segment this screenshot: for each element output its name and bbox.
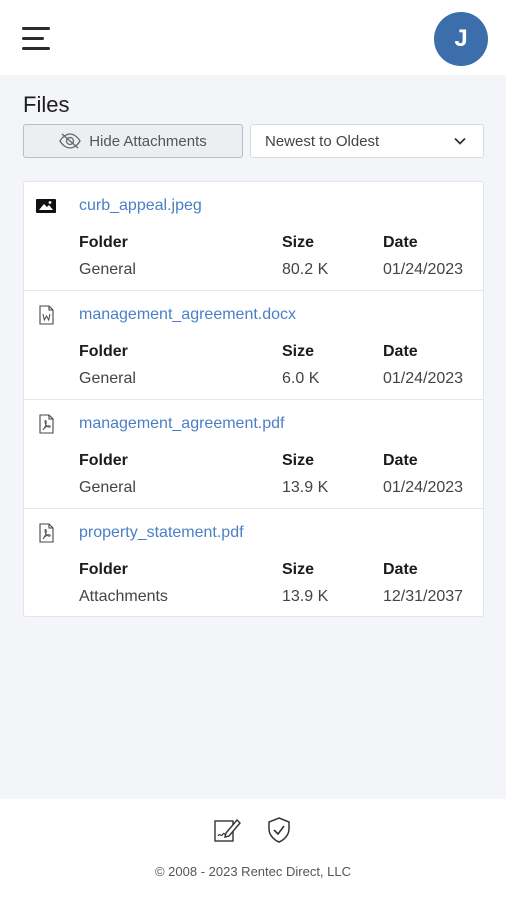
size-value: 6.0 K (282, 370, 320, 387)
chevron-down-icon (454, 137, 466, 145)
folder-label: Folder (79, 452, 128, 469)
date-label: Date (383, 234, 418, 251)
folder-value: General (79, 261, 136, 278)
folder-label: Folder (79, 234, 128, 251)
folder-value: Attachments (79, 588, 168, 605)
file-name-link[interactable]: management_agreement.pdf (79, 415, 284, 433)
date-value: 01/24/2023 (383, 370, 464, 387)
date-value: 01/24/2023 (383, 479, 464, 496)
page-title: Files (23, 92, 70, 117)
file-row: property_statement.pdf Folder Size Date … (24, 509, 483, 618)
date-value: 12/31/2037 (383, 588, 464, 605)
hide-attachments-label: Hide Attachments (89, 132, 207, 150)
avatar[interactable]: J (434, 12, 488, 66)
file-row: management_agreement.pdf Folder Size Dat… (24, 400, 483, 509)
top-bar: J (0, 0, 506, 75)
date-label: Date (383, 343, 418, 360)
sort-select[interactable]: Newest to Oldest (250, 124, 484, 158)
file-name-link[interactable]: management_agreement.docx (79, 306, 296, 324)
sort-selected-value: Newest to Oldest (265, 132, 380, 150)
shield-check-icon[interactable] (265, 816, 293, 844)
footer (0, 799, 506, 900)
avatar-initial: J (454, 25, 468, 52)
file-row: curb_appeal.jpeg Folder Size Date Genera… (24, 182, 483, 291)
eye-slash-icon (59, 133, 81, 149)
size-value: 80.2 K (282, 261, 329, 278)
size-label: Size (282, 452, 315, 469)
word-doc-icon (39, 305, 54, 325)
size-value: 13.9 K (282, 479, 329, 496)
file-name-link[interactable]: curb_appeal.jpeg (79, 197, 202, 215)
pdf-icon (39, 414, 54, 434)
folder-label: Folder (79, 561, 128, 578)
hamburger-menu-icon[interactable] (22, 27, 52, 51)
hide-attachments-button[interactable]: Hide Attachments (23, 124, 243, 158)
size-label: Size (282, 343, 315, 360)
footer-icons (213, 816, 297, 844)
size-value: 13.9 K (282, 588, 329, 605)
folder-label: Folder (79, 343, 128, 360)
file-list: curb_appeal.jpeg Folder Size Date Genera… (23, 181, 484, 617)
copyright-text: © 2008 - 2023 Rentec Direct, LLC (154, 864, 351, 879)
image-icon (36, 199, 56, 213)
sign-document-icon[interactable] (213, 816, 241, 844)
size-label: Size (282, 561, 315, 578)
file-row: management_agreement.docx Folder Size Da… (24, 291, 483, 400)
file-name-link[interactable]: property_statement.pdf (79, 524, 244, 542)
folder-value: General (79, 479, 136, 496)
folder-value: General (79, 370, 136, 387)
date-value: 01/24/2023 (383, 261, 464, 278)
size-label: Size (282, 234, 315, 251)
date-label: Date (383, 561, 418, 578)
pdf-icon (39, 523, 54, 543)
date-label: Date (383, 452, 418, 469)
